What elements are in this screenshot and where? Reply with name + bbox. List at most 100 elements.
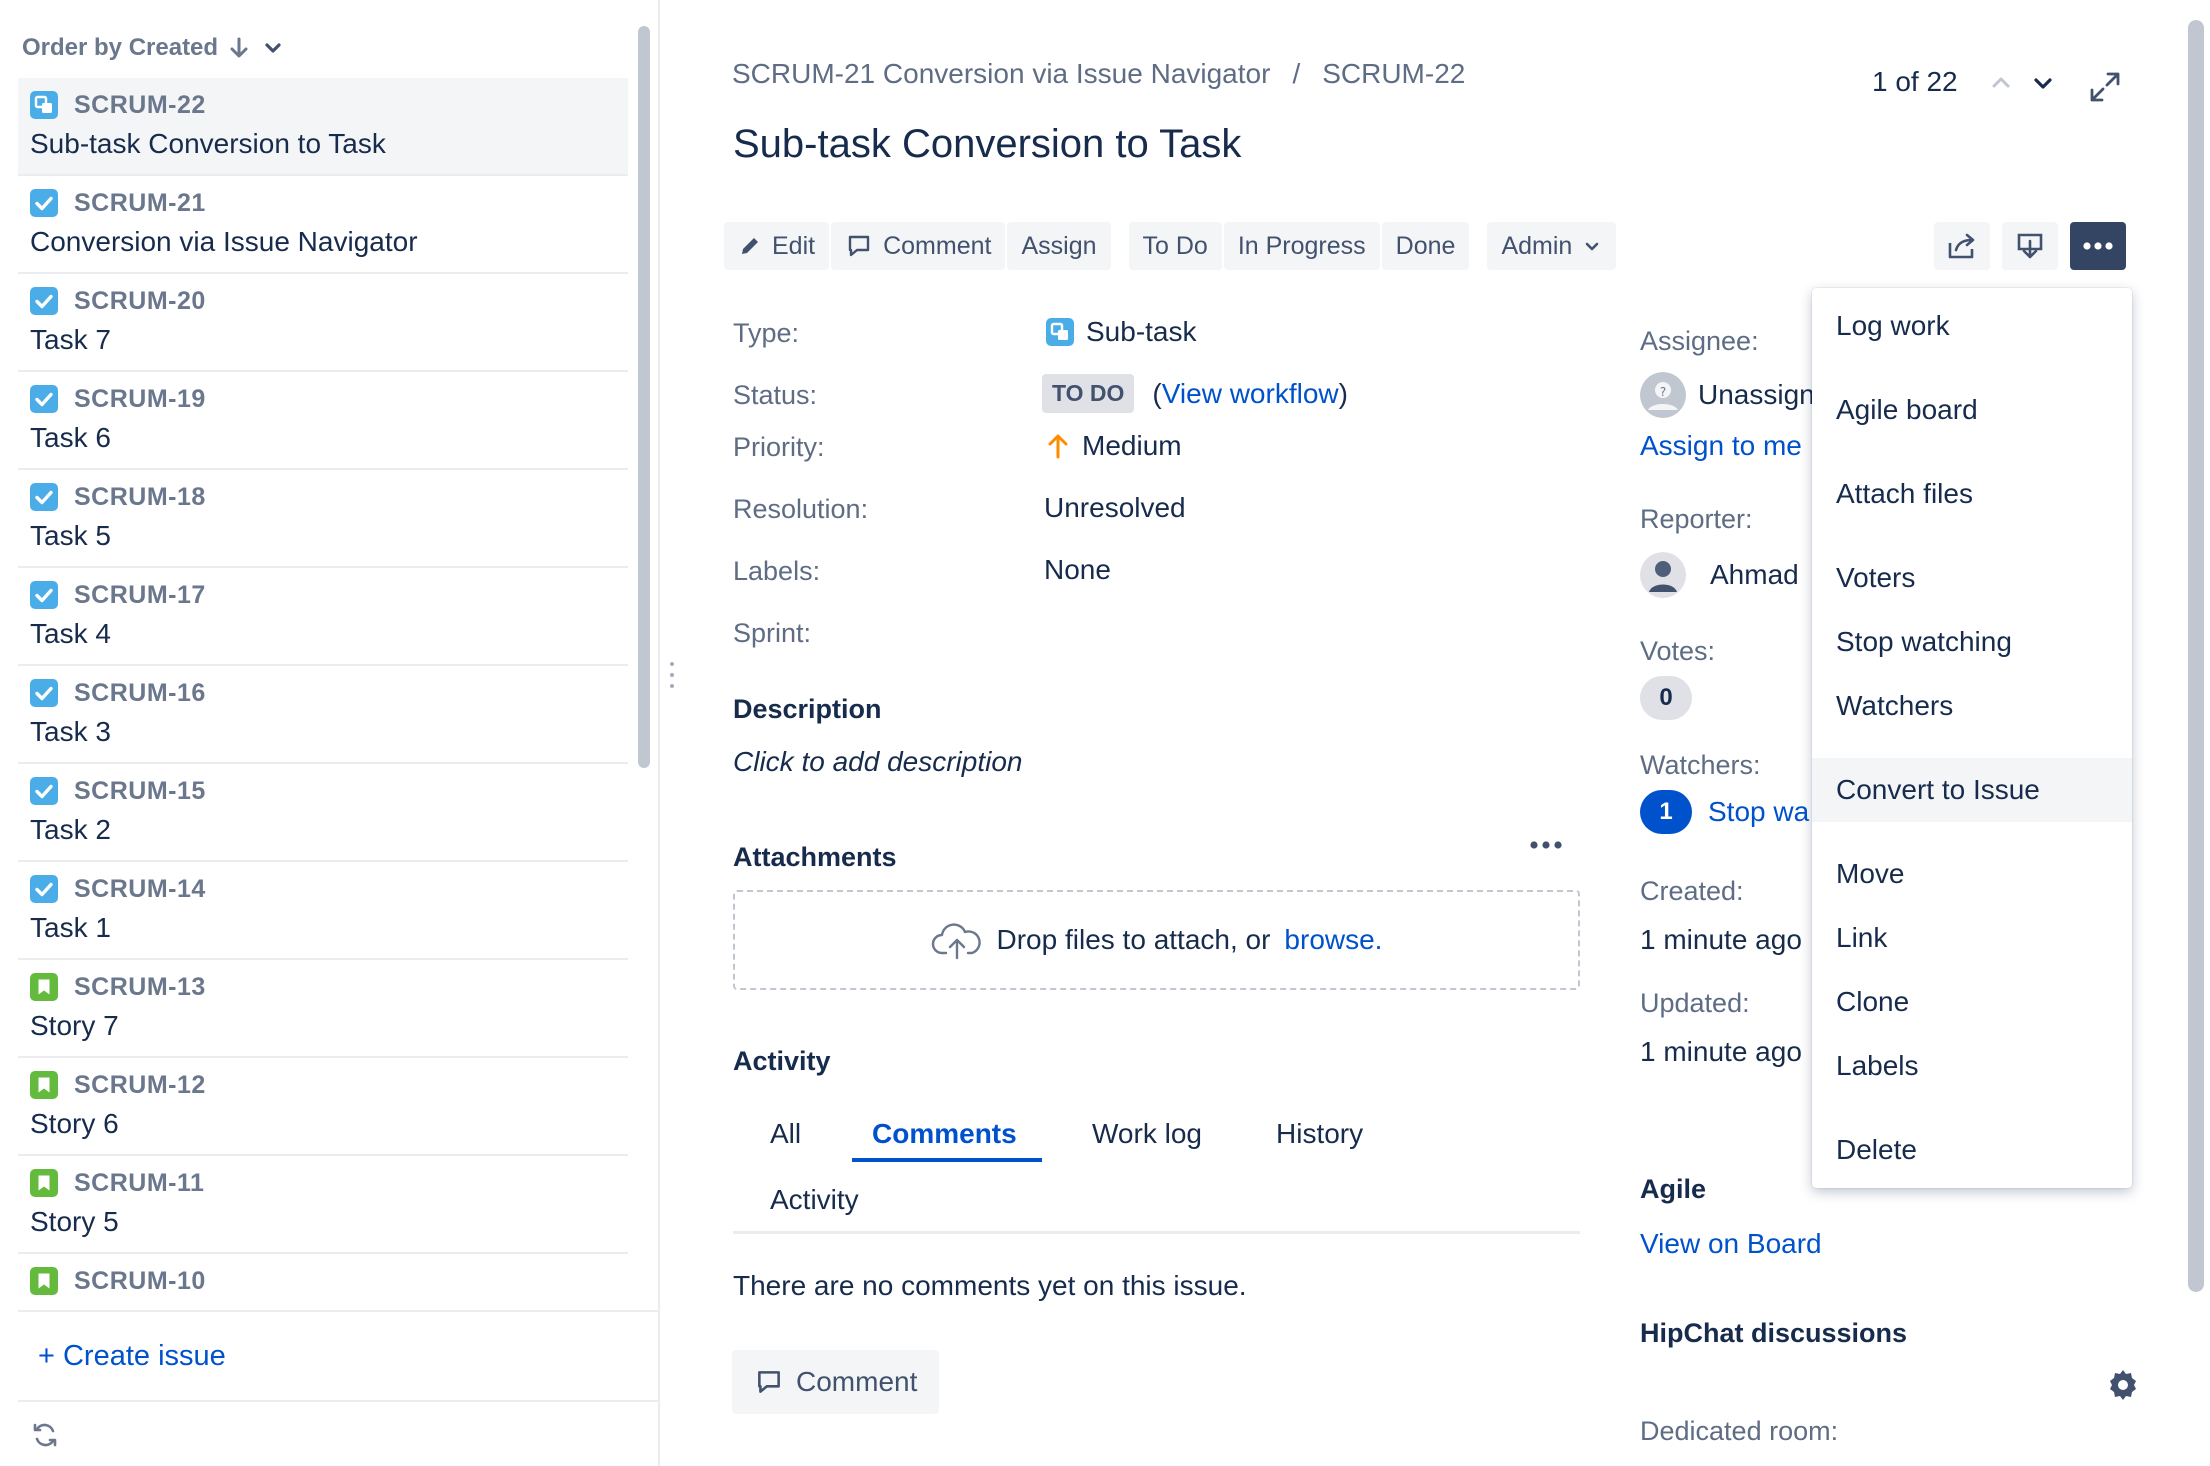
menu-item-move[interactable]: Move xyxy=(1812,842,2132,906)
issue-list-panel: Order by Created SCRUM-22 Sub-task Conve… xyxy=(0,0,660,1466)
list-item[interactable]: SCRUM-19 Task 6 xyxy=(18,372,628,470)
panel-resize-handle[interactable] xyxy=(668,660,676,690)
menu-item-voters[interactable]: Voters xyxy=(1812,546,2132,610)
list-item[interactable]: SCRUM-21 Conversion via Issue Navigator xyxy=(18,176,628,274)
browse-link[interactable]: browse. xyxy=(1284,924,1382,956)
list-item[interactable]: SCRUM-20 Task 7 xyxy=(18,274,628,372)
type-value: Sub-task xyxy=(1046,316,1197,348)
gear-icon[interactable] xyxy=(2106,1368,2140,1402)
list-item[interactable]: SCRUM-17 Task 4 xyxy=(18,568,628,666)
activity-title: Activity xyxy=(733,1046,831,1076)
more-icon[interactable] xyxy=(1528,840,1564,850)
done-button[interactable]: Done xyxy=(1381,222,1470,270)
issue-summary: Sub-task Conversion to Task xyxy=(30,128,386,159)
sprint-label: Sprint: xyxy=(733,618,812,648)
agile-title: Agile xyxy=(1640,1174,1707,1204)
watchers-count[interactable]: 1 xyxy=(1640,790,1692,834)
add-comment-button[interactable]: Comment xyxy=(732,1350,940,1414)
export-button[interactable] xyxy=(2002,222,2058,270)
menu-item-labels[interactable]: Labels xyxy=(1812,1034,2132,1098)
activity-tabs: All Comments Work log History Activity xyxy=(733,1100,1580,1234)
menu-item-agile-board[interactable]: Agile board xyxy=(1812,378,2132,442)
add-comment-label: Comment xyxy=(796,1366,918,1397)
edit-label: Edit xyxy=(772,231,816,260)
issue-key: SCRUM-18 xyxy=(74,482,206,511)
assignee-value: ? Unassign xyxy=(1640,372,1815,418)
tab-all[interactable]: All xyxy=(770,1118,801,1150)
breadcrumb-current-link[interactable]: SCRUM-22 xyxy=(1322,58,1465,90)
sort-descending-icon[interactable] xyxy=(228,36,250,60)
task-icon xyxy=(30,777,58,805)
menu-item-clone[interactable]: Clone xyxy=(1812,970,2132,1034)
chevron-down-icon[interactable] xyxy=(260,36,286,60)
cloud-upload-icon xyxy=(931,923,981,960)
order-by-control[interactable]: Order by Created xyxy=(22,28,286,68)
description-placeholder[interactable]: Click to add description xyxy=(733,746,1022,778)
list-item[interactable]: SCRUM-18 Task 5 xyxy=(18,470,628,568)
issue-summary: Story 5 xyxy=(30,1206,119,1237)
view-workflow-link[interactable]: View workflow xyxy=(1162,378,1339,409)
edit-button[interactable]: Edit xyxy=(724,222,830,270)
type-value-text: Sub-task xyxy=(1086,316,1197,347)
list-item[interactable]: SCRUM-22 Sub-task Conversion to Task xyxy=(18,78,628,176)
tab-history[interactable]: History xyxy=(1276,1118,1363,1150)
assignee-label: Assignee: xyxy=(1640,326,1759,356)
assign-button[interactable]: Assign xyxy=(1007,222,1111,270)
list-item[interactable]: SCRUM-10 xyxy=(18,1254,628,1310)
more-actions-button[interactable] xyxy=(2070,222,2126,270)
votes-label: Votes: xyxy=(1640,636,1716,666)
issue-key: SCRUM-13 xyxy=(74,972,206,1001)
list-item[interactable]: SCRUM-16 Task 3 xyxy=(18,666,628,764)
active-tab-indicator xyxy=(852,1158,1042,1162)
menu-item-attach-files[interactable]: Attach files xyxy=(1812,462,2132,526)
votes-count[interactable]: 0 xyxy=(1640,676,1692,720)
subtask-icon xyxy=(30,91,58,119)
refresh-icon[interactable] xyxy=(30,1420,60,1450)
expand-icon[interactable] xyxy=(2088,70,2122,104)
task-icon xyxy=(30,875,58,903)
todo-button[interactable]: To Do xyxy=(1128,222,1222,270)
issue-key: SCRUM-22 xyxy=(74,90,206,119)
labels-value[interactable]: None xyxy=(1044,554,1111,586)
menu-item-stop-watching[interactable]: Stop watching xyxy=(1812,610,2132,674)
chevron-down-icon[interactable] xyxy=(2030,72,2056,94)
status-label: Status: xyxy=(733,380,818,410)
menu-item-link[interactable]: Link xyxy=(1812,906,2132,970)
admin-dropdown[interactable]: Admin xyxy=(1487,222,1617,270)
comment-button[interactable]: Comment xyxy=(831,222,1006,270)
create-issue-link[interactable]: + Create issue xyxy=(38,1340,226,1373)
list-item[interactable]: SCRUM-13 Story 7 xyxy=(18,960,628,1058)
watchers-label: Watchers: xyxy=(1640,750,1761,780)
status-value: TO DO (View workflow) xyxy=(1042,374,1348,413)
main-scrollbar[interactable] xyxy=(2188,20,2204,1292)
assign-to-me-link[interactable]: Assign to me xyxy=(1640,430,1802,462)
tab-activity[interactable]: Activity xyxy=(770,1184,859,1216)
breadcrumb-parent-link[interactable]: SCRUM-21 Conversion via Issue Navigator xyxy=(732,58,1270,90)
tab-work-log[interactable]: Work log xyxy=(1092,1118,1202,1150)
reporter-label: Reporter: xyxy=(1640,504,1753,534)
workflow-open-paren: ( xyxy=(1152,377,1162,409)
chevron-up-icon[interactable] xyxy=(1988,72,2014,94)
task-icon xyxy=(30,385,58,413)
list-item[interactable]: SCRUM-14 Task 1 xyxy=(18,862,628,960)
svg-text:?: ? xyxy=(1660,385,1666,399)
tab-comments[interactable]: Comments xyxy=(872,1118,1017,1150)
stop-watching-link[interactable]: Stop wa xyxy=(1708,796,1809,828)
list-item[interactable]: SCRUM-12 Story 6 xyxy=(18,1058,628,1156)
menu-item-watchers[interactable]: Watchers xyxy=(1812,674,2132,738)
menu-item-delete[interactable]: Delete xyxy=(1812,1118,2132,1182)
list-item[interactable]: SCRUM-11 Story 5 xyxy=(18,1156,628,1254)
menu-item-log-work[interactable]: Log work xyxy=(1812,294,2132,358)
issue-title[interactable]: Sub-task Conversion to Task xyxy=(733,122,1241,167)
in-progress-button[interactable]: In Progress xyxy=(1223,222,1380,270)
issue-summary: Task 7 xyxy=(30,324,111,355)
share-button[interactable] xyxy=(1934,222,1990,270)
dropzone-text: Drop files to attach, or xyxy=(996,924,1271,955)
hipchat-title: HipChat discussions xyxy=(1640,1318,1908,1348)
view-on-board-link[interactable]: View on Board xyxy=(1640,1228,1822,1260)
updated-value: 1 minute ago xyxy=(1640,1036,1802,1067)
list-item[interactable]: SCRUM-15 Task 2 xyxy=(18,764,628,862)
menu-item-convert-to-issue[interactable]: Convert to Issue xyxy=(1812,758,2132,822)
attachment-dropzone[interactable]: Drop files to attach, or browse. xyxy=(733,890,1580,990)
issue-list-scrollbar[interactable] xyxy=(638,26,650,768)
